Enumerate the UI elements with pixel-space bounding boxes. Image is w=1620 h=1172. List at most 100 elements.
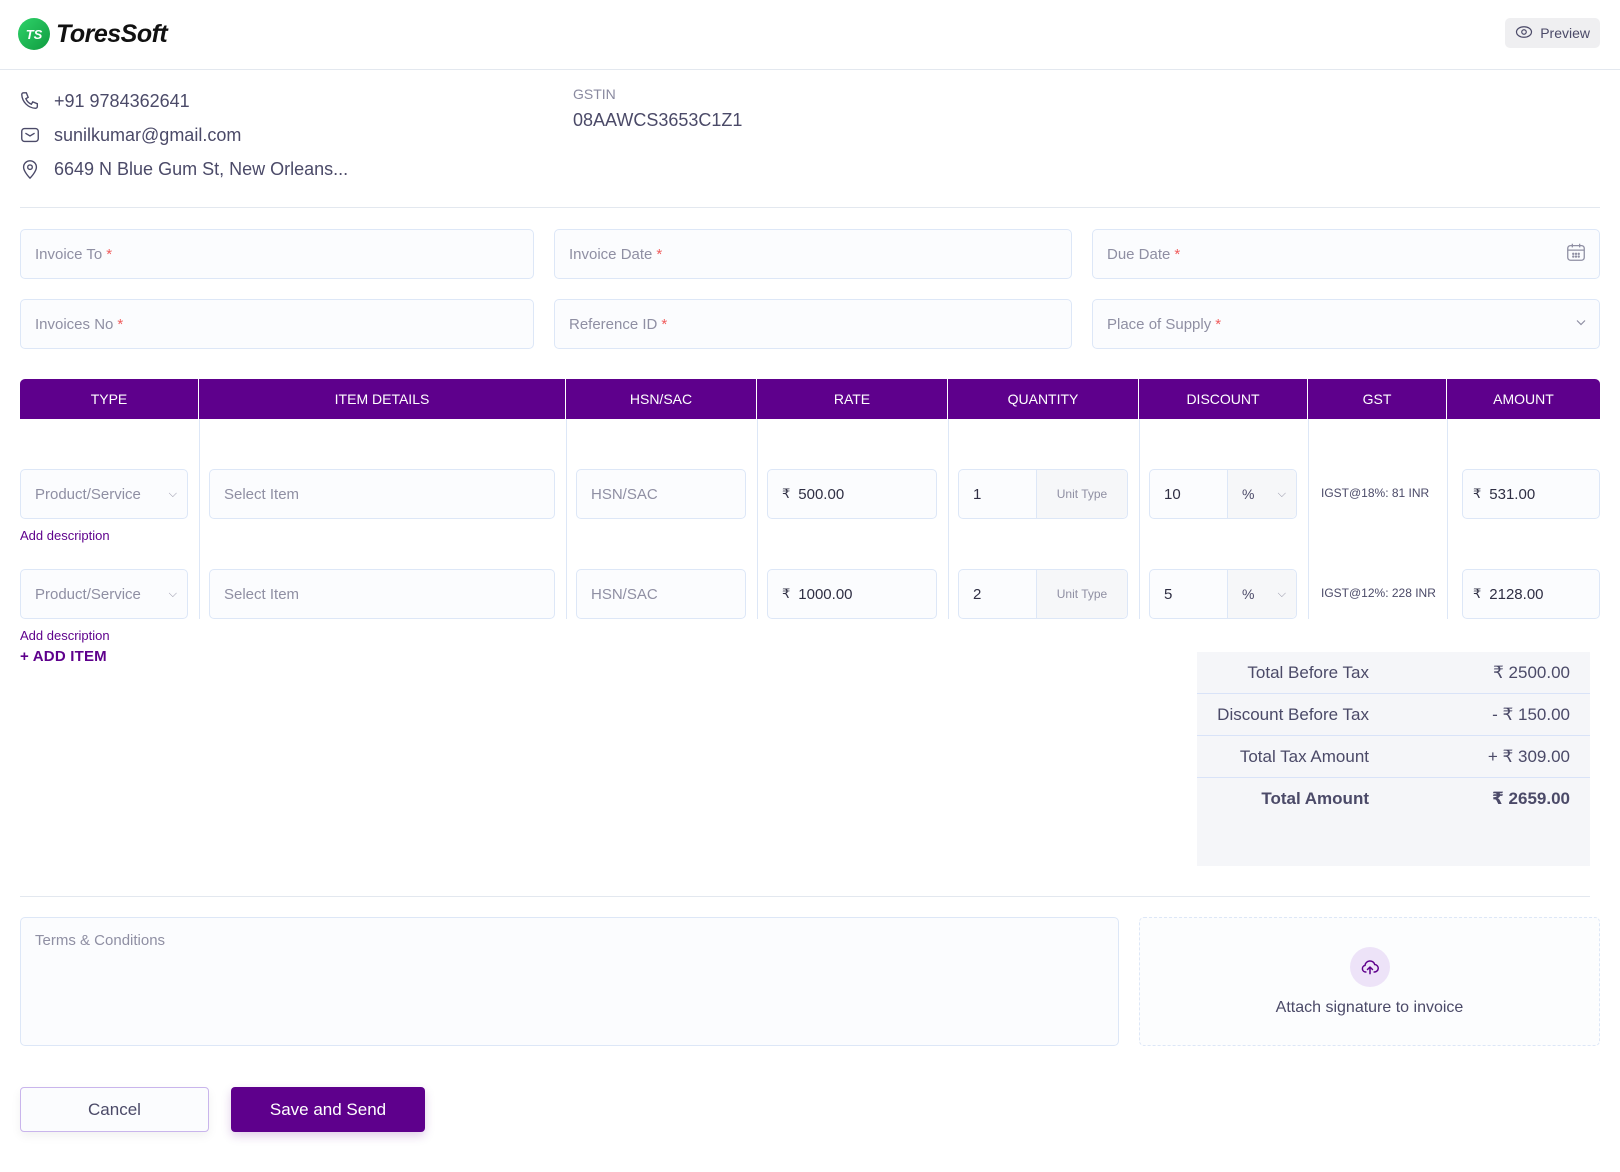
location-pin-icon [18,157,42,181]
preview-button[interactable]: Preview [1505,18,1600,48]
cancel-button[interactable]: Cancel [20,1087,209,1132]
discount-unit: % [1242,486,1255,502]
invoice-to-field[interactable]: Invoice To * [20,229,534,279]
invoice-to-placeholder: Invoice To [35,245,103,263]
hsn-placeholder: HSN/SAC [591,485,658,503]
item-placeholder: Select Item [224,585,300,603]
add-description-link[interactable]: Add description [20,528,110,543]
invoice-no-field[interactable]: Invoices No * [20,299,534,349]
required-mark: * [656,245,663,263]
gstin-block: GSTIN 08AAWCS3653C1Z1 [573,86,742,131]
reference-id-field[interactable]: Reference ID * [554,299,1072,349]
amount-value: 531.00 [1489,485,1536,503]
phone-icon [18,89,42,113]
rate-input[interactable]: ₹ 500.00 [767,469,937,519]
add-item-button[interactable]: + ADD ITEM [20,648,107,665]
type-select[interactable]: Product/Service ⌵ [20,469,188,519]
gst-value: IGST@12%: 228 INR [1321,586,1436,600]
items-table: TYPE ITEM DETAILS HSN/SAC RATE QUANTITY … [20,379,1600,643]
type-select[interactable]: Product/Service ⌵ [20,569,188,619]
column-divider [1447,419,1448,619]
phone-row: +91 9784362641 [18,84,348,118]
required-mark: * [117,315,124,333]
column-header-gst: GST [1308,379,1447,419]
discount-input[interactable]: 10 % ⌵ [1149,469,1297,519]
summary-row-total-before-tax: Total Before Tax ₹ 2500.00 [1197,652,1590,694]
required-mark: * [1215,315,1222,333]
phone-number: +91 9784362641 [54,90,190,111]
column-header-amount: AMOUNT [1493,391,1554,407]
type-placeholder: Product/Service [35,585,141,603]
email-address: sunilkumar@gmail.com [54,124,242,145]
gstin-value: 08AAWCS3653C1Z1 [573,110,743,130]
discount-unit: % [1242,586,1255,602]
address-row: 6649 N Blue Gum St, New Orleans... [18,152,348,186]
unit-type-select[interactable]: Unit Type [1037,470,1127,518]
rupee-icon: ₹ [782,586,791,601]
column-divider [1308,419,1309,619]
unit-type-select[interactable]: Unit Type [1037,570,1127,618]
quantity-value[interactable]: 1 [959,470,1037,518]
required-mark: * [661,315,668,333]
select-item-input[interactable]: Select Item [209,469,555,519]
divider [20,896,1590,897]
due-date-field[interactable]: Due Date * [1092,229,1600,279]
rupee-icon: ₹ [1473,586,1482,601]
column-header-discount: DISCOUNT [1139,379,1308,419]
discount-unit-select[interactable]: % ⌵ [1228,470,1296,518]
column-divider [199,419,200,619]
place-of-supply-select[interactable]: Place of Supply * [1092,299,1600,349]
attach-signature-dropzone[interactable]: Attach signature to invoice [1139,917,1600,1046]
hsn-sac-input[interactable]: HSN/SAC [576,469,746,519]
required-mark: * [1174,245,1181,263]
column-header-quantity: QUANTITY [948,379,1139,419]
quantity-input[interactable]: 1 Unit Type [958,469,1128,519]
due-date-placeholder: Due Date [1107,245,1171,263]
quantity-input[interactable]: 2 Unit Type [958,569,1128,619]
rate-input[interactable]: ₹ 1000.00 [767,569,937,619]
add-description-link[interactable]: Add description [20,628,110,643]
calendar-icon[interactable] [1565,241,1587,267]
column-divider [566,419,567,619]
amount-input[interactable]: ₹ 531.00 [1462,469,1600,519]
table-header: TYPE ITEM DETAILS HSN/SAC RATE QUANTITY … [20,379,1600,419]
summary-value: ₹ 2659.00 [1491,789,1570,808]
type-placeholder: Product/Service [35,485,141,503]
item-placeholder: Select Item [224,485,300,503]
save-and-send-button[interactable]: Save and Send [231,1087,425,1132]
summary-label: Total Amount [1261,789,1369,808]
place-of-supply-placeholder: Place of Supply [1107,315,1212,333]
rupee-icon: ₹ [1473,486,1482,501]
rupee-icon: ₹ [782,486,791,501]
column-header-rate: RATE [757,379,948,419]
column-divider [948,419,949,619]
discount-value[interactable]: 5 [1150,570,1228,618]
select-item-input[interactable]: Select Item [209,569,555,619]
terms-conditions-textarea[interactable]: Terms & Conditions [20,917,1119,1046]
column-header-hsn-sac: HSN/SAC [566,379,757,419]
summary-value: + ₹ 309.00 [1487,746,1570,766]
quantity-value[interactable]: 2 [959,570,1037,618]
mail-icon [18,123,42,147]
attach-signature-label: Attach signature to invoice [1275,998,1464,1016]
summary-label: Discount Before Tax [1217,704,1369,724]
invoice-date-field[interactable]: Invoice Date * [554,229,1072,279]
eye-icon [1515,23,1533,44]
cloud-upload-icon [1349,946,1390,987]
summary-value: - ₹ 150.00 [1492,704,1570,724]
discount-value[interactable]: 10 [1150,470,1228,518]
amount-input[interactable]: ₹ 2128.00 [1462,569,1600,619]
preview-label: Preview [1540,25,1590,41]
hsn-sac-input[interactable]: HSN/SAC [576,569,746,619]
column-divider [1139,419,1140,619]
discount-input[interactable]: 5 % ⌵ [1149,569,1297,619]
amount-value: 2128.00 [1489,585,1544,603]
totals-summary: Total Before Tax ₹ 2500.00 Discount Befo… [1197,652,1590,866]
summary-label: Total Before Tax [1247,662,1369,682]
logo-mark: TS [18,18,50,50]
column-header-type: TYPE [20,379,199,419]
required-mark: * [106,245,113,263]
discount-unit-select[interactable]: % ⌵ [1228,570,1296,618]
column-header-item-details: ITEM DETAILS [199,379,566,419]
email-row: sunilkumar@gmail.com [18,118,348,152]
